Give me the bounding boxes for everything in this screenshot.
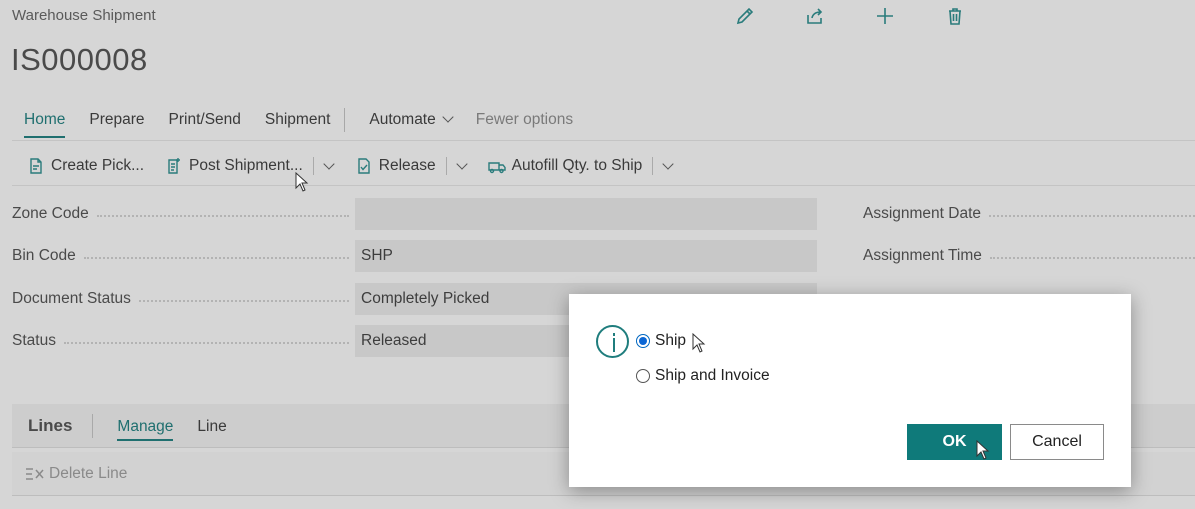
create-pick-icon — [30, 157, 42, 174]
assignment-time-label: Assignment Time — [863, 247, 982, 264]
split-divider — [652, 156, 654, 175]
autofill-icon — [487, 161, 506, 173]
share-button[interactable] — [800, 4, 830, 28]
document-status-label-text: Document Status — [12, 290, 131, 307]
action-bar: Create Pick... Post Shipment... Release … — [12, 150, 1195, 186]
edit-button[interactable] — [730, 4, 760, 28]
status-row: Status Released — [12, 325, 817, 357]
bin-code-label-text: Bin Code — [12, 247, 76, 264]
fewer-options-button[interactable]: Fewer options — [464, 108, 585, 140]
option-ship-and-invoice[interactable]: Ship and Invoice — [636, 367, 770, 385]
info-icon — [596, 325, 629, 358]
split-divider — [445, 156, 447, 175]
status-label-text: Status — [12, 332, 56, 349]
zone-code-label-text: Zone Code — [12, 205, 89, 222]
release-icon — [358, 157, 370, 174]
post-shipment-dialog: Ship Ship and Invoice OK Cancel — [569, 294, 1131, 487]
zone-code-label: Zone Code — [12, 205, 355, 223]
zone-code-row: Zone Code — [12, 198, 817, 230]
release-dropdown[interactable] — [451, 151, 473, 181]
autofill-label: Autofill Qty. to Ship — [511, 156, 643, 174]
tab-shipment[interactable]: Shipment — [253, 108, 342, 140]
bin-code-label: Bin Code — [12, 247, 355, 265]
chevron-down-icon — [442, 111, 454, 123]
bin-code-row: Bin Code SHP — [12, 240, 817, 272]
radio-ship[interactable] — [636, 334, 650, 348]
autofill-qty-button[interactable]: Autofill Qty. to Ship — [473, 151, 649, 181]
mouse-cursor-icon — [692, 332, 706, 353]
tab-home[interactable]: Home — [12, 108, 77, 140]
edit-icon — [736, 7, 754, 25]
cancel-button[interactable]: Cancel — [1010, 424, 1104, 460]
post-shipment-button[interactable]: Post Shipment... — [150, 151, 309, 181]
chevron-down-icon — [455, 157, 468, 170]
tab-manage[interactable]: Manage — [105, 418, 185, 441]
plus-icon — [877, 8, 893, 24]
lines-title[interactable]: Lines — [12, 413, 94, 438]
release-button[interactable]: Release — [340, 151, 442, 181]
new-button[interactable] — [870, 4, 900, 28]
option-ship-and-invoice-label: Ship and Invoice — [655, 367, 770, 384]
leader-dots — [83, 257, 349, 259]
tab-prepare[interactable]: Prepare — [77, 108, 156, 140]
tab-automate[interactable]: Automate — [357, 108, 463, 140]
action-tab-bar: Home Prepare Print/Send Shipment Automat… — [12, 108, 1195, 141]
tab-automate-label: Automate — [369, 111, 436, 128]
share-icon — [807, 8, 823, 24]
create-pick-button[interactable]: Create Pick... — [12, 151, 150, 181]
option-ship[interactable]: Ship — [636, 332, 686, 350]
release-label: Release — [378, 156, 436, 174]
split-divider — [312, 156, 314, 175]
delete-button[interactable] — [940, 4, 970, 28]
leader-dots — [63, 342, 349, 344]
chevron-down-icon — [662, 157, 674, 170]
tab-line[interactable]: Line — [185, 418, 238, 436]
leader-dots — [989, 257, 1195, 259]
post-shipment-icon — [168, 157, 181, 174]
leader-dots — [96, 215, 349, 217]
assignment-date-row: Assignment Date — [863, 198, 1195, 230]
breadcrumb[interactable]: Warehouse Shipment — [12, 7, 156, 24]
post-shipment-label: Post Shipment... — [189, 156, 303, 174]
document-status-row: Document Status Completely Picked — [12, 283, 817, 315]
tab-print-send[interactable]: Print/Send — [157, 108, 253, 140]
mouse-cursor-icon — [976, 439, 990, 460]
assignment-time-row: Assignment Time — [863, 240, 1195, 272]
delete-line-icon — [26, 467, 44, 480]
post-shipment-dropdown[interactable] — [318, 151, 340, 181]
option-ship-label: Ship — [655, 332, 687, 349]
assignment-date-label: Assignment Date — [863, 205, 982, 222]
autofill-dropdown[interactable] — [657, 151, 679, 181]
chevron-down-icon — [323, 157, 335, 170]
leader-dots — [989, 215, 1195, 217]
zone-code-field[interactable] — [355, 198, 817, 230]
bin-code-field[interactable]: SHP — [355, 240, 817, 272]
document-status-label: Document Status — [12, 290, 355, 308]
radio-ship-and-invoice[interactable] — [636, 369, 650, 383]
create-pick-label: Create Pick... — [51, 156, 145, 174]
delete-icon — [949, 8, 961, 25]
leader-dots — [138, 300, 349, 302]
status-label: Status — [12, 332, 355, 350]
page-title: IS000008 — [11, 42, 148, 77]
tab-divider — [344, 108, 346, 132]
delete-line-button[interactable]: Delete Line — [12, 465, 127, 483]
mouse-cursor-icon — [295, 171, 309, 192]
top-actions — [730, 4, 1010, 28]
delete-line-label: Delete Line — [49, 464, 128, 482]
